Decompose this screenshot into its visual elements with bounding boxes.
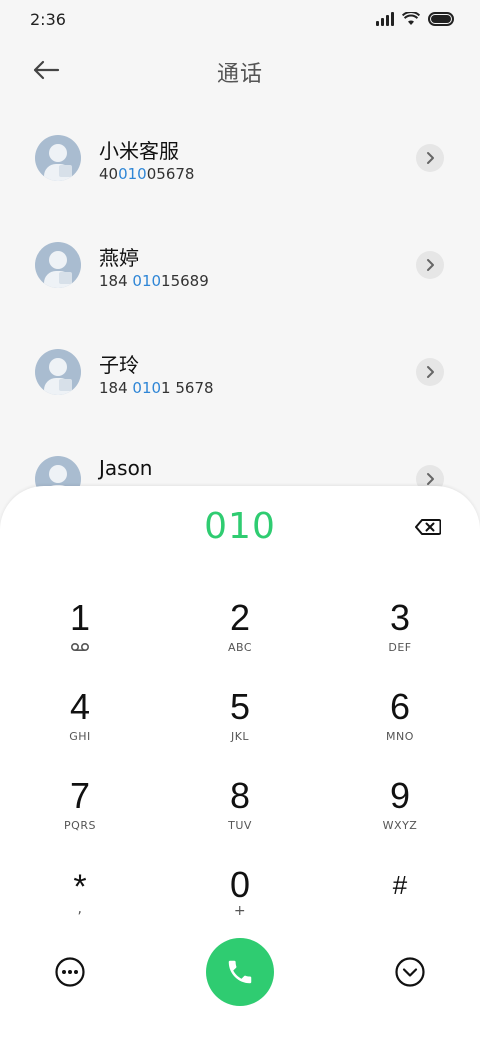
key-3[interactable]: 3 DEF — [340, 598, 460, 678]
key-6[interactable]: 6 MNO — [340, 687, 460, 767]
key-digit: 3 — [389, 597, 411, 638]
contact-row[interactable]: 燕婷 184 01015689 — [0, 211, 480, 318]
key-digit: 0 — [229, 864, 251, 905]
contact-number: 184 01015689 — [99, 272, 209, 290]
key-letters: TUV — [228, 819, 252, 832]
key-letters: , — [77, 901, 83, 917]
battery-icon — [428, 12, 454, 26]
contact-number: 4001005678 — [99, 165, 195, 183]
contact-number: 184 0101 5678 — [99, 379, 214, 397]
status-bar: 2:36 — [0, 0, 480, 40]
more-button[interactable] — [54, 956, 86, 988]
signal-icon — [376, 12, 394, 26]
wifi-icon — [402, 12, 420, 25]
key-digit: 4 — [69, 686, 91, 727]
status-icons — [376, 10, 454, 28]
key-letters: + — [233, 903, 247, 919]
dial-input[interactable]: 010 — [0, 506, 480, 547]
key-letters: DEF — [388, 641, 412, 654]
key-0[interactable]: 0 + — [180, 865, 300, 945]
contact-name: 小米客服 — [99, 139, 179, 163]
contact-row[interactable]: 子玲 184 0101 5678 — [0, 318, 480, 425]
status-time: 2:36 — [30, 10, 66, 29]
key-letters: ABC — [227, 641, 253, 654]
header: 通话 — [0, 44, 480, 96]
contact-list: 小米客服 4001005678 燕婷 184 01015689 子玲 184 0… — [0, 104, 480, 532]
more-icon — [55, 957, 85, 987]
collapse-dialpad-button[interactable] — [394, 956, 426, 988]
key-digit: 7 — [69, 775, 91, 816]
key-1[interactable]: 1 — [20, 598, 140, 678]
chevron-right-icon — [427, 152, 434, 164]
key-letters: GHI — [69, 730, 91, 743]
key-2[interactable]: 2 ABC — [180, 598, 300, 678]
chevron-right-icon — [427, 259, 434, 271]
contact-name: 燕婷 — [99, 246, 139, 270]
contact-detail-button[interactable] — [416, 358, 444, 386]
contact-detail-button[interactable] — [416, 144, 444, 172]
chevron-right-icon — [427, 473, 434, 485]
contact-detail-button[interactable] — [416, 251, 444, 279]
avatar — [35, 349, 81, 395]
key-5[interactable]: 5 JKL — [180, 687, 300, 767]
contact-name: Jason — [99, 456, 153, 480]
dialer-actions — [0, 938, 480, 1008]
key-digit: 5 — [229, 686, 251, 727]
avatar — [35, 242, 81, 288]
contact-name: 子玲 — [99, 353, 139, 377]
key-digit: # — [392, 870, 408, 900]
backspace-button[interactable] — [410, 514, 446, 540]
key-7[interactable]: 7 PQRS — [20, 776, 140, 856]
key-star[interactable]: * , — [20, 865, 140, 945]
contact-row[interactable]: 小米客服 4001005678 — [0, 104, 480, 211]
voicemail-icon — [70, 642, 90, 652]
phone-icon — [228, 960, 252, 984]
call-button[interactable] — [206, 938, 274, 1006]
key-digit: 9 — [389, 775, 411, 816]
key-digit: 8 — [229, 775, 251, 816]
page-title: 通话 — [216, 62, 263, 87]
backspace-icon — [415, 519, 441, 535]
dial-pad: 010 1 2 ABC 3 DEF 4 GHI 5 JKL 6 MNO 7 PQ… — [0, 486, 480, 1040]
key-letters: MNO — [386, 730, 414, 743]
key-digit: 6 — [389, 686, 411, 727]
key-letters: WXYZ — [382, 819, 418, 832]
key-letters: JKL — [230, 730, 250, 743]
chevron-right-icon — [427, 366, 434, 378]
key-hash[interactable]: # — [340, 865, 460, 945]
key-9[interactable]: 9 WXYZ — [340, 776, 460, 856]
chevron-down-icon — [395, 957, 425, 987]
key-letters: PQRS — [64, 819, 96, 832]
key-8[interactable]: 8 TUV — [180, 776, 300, 856]
key-digit: 1 — [69, 597, 91, 638]
avatar — [35, 135, 81, 181]
key-4[interactable]: 4 GHI — [20, 687, 140, 767]
key-digit: 2 — [229, 597, 251, 638]
